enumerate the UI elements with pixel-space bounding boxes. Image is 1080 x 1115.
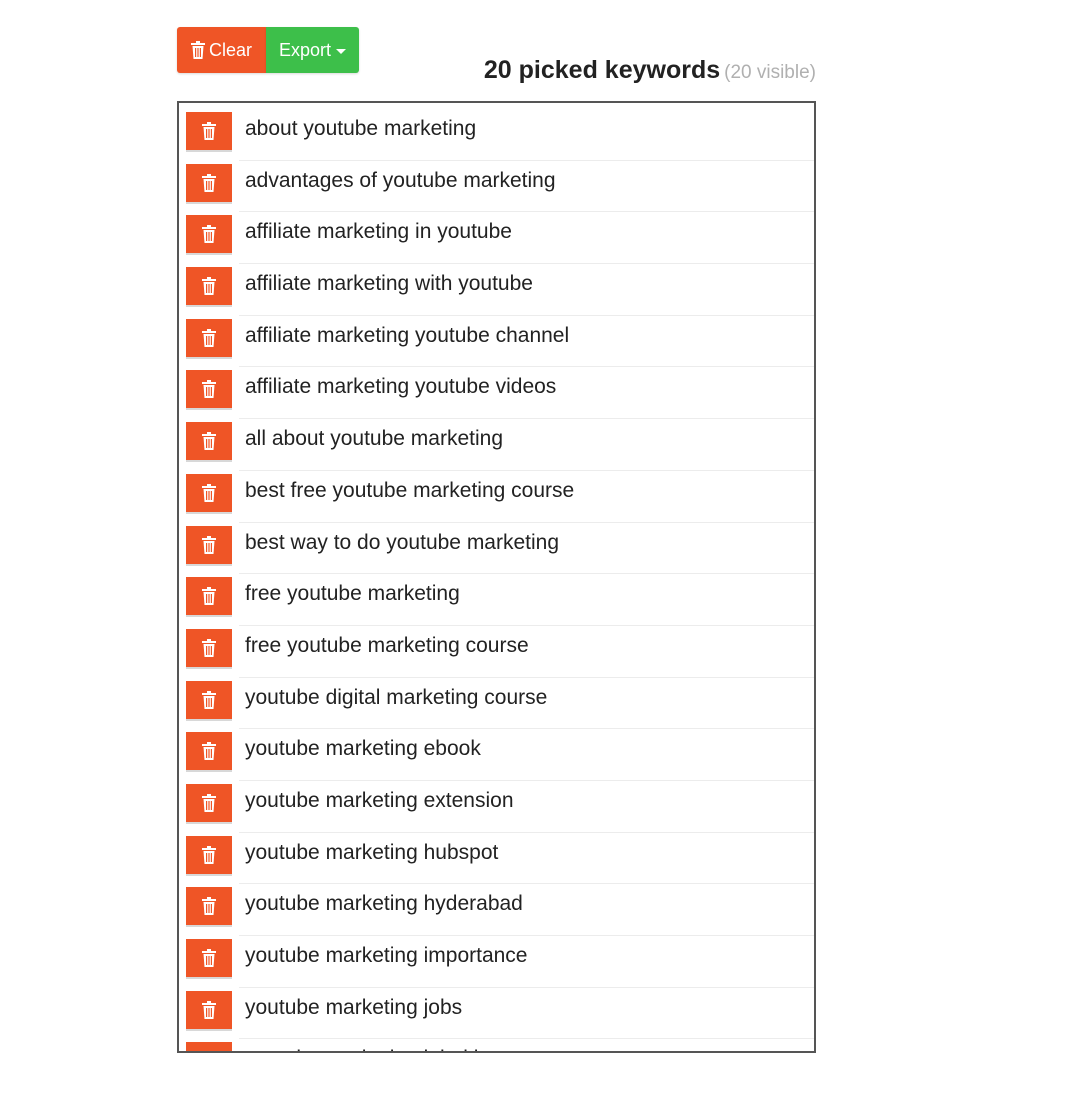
delete-keyword-button[interactable]	[186, 215, 232, 256]
delete-keyword-button[interactable]	[186, 370, 232, 411]
keyword-row: free youtube marketing	[186, 574, 814, 626]
keyword-row: best free youtube marketing course	[186, 471, 814, 523]
keyword-text: affiliate marketing youtube channel	[245, 323, 570, 347]
trash-icon	[202, 380, 216, 399]
keyword-row: youtube digital marketing course	[186, 678, 814, 730]
keyword-text: youtube marketing job titles	[239, 1039, 501, 1051]
delete-keyword-button[interactable]	[186, 318, 232, 359]
keyword-row: advantages of youtube marketing	[186, 161, 814, 213]
keyword-text: all about youtube marketing	[245, 427, 503, 451]
keyword-text: affiliate marketing with youtube	[245, 272, 533, 296]
delete-keyword-button[interactable]	[186, 835, 232, 876]
delete-keyword-button[interactable]	[186, 422, 232, 463]
delete-keyword-button[interactable]	[186, 990, 232, 1031]
keyword-row: affiliate marketing in youtube	[186, 212, 814, 265]
keyword-text: youtube marketing importance	[245, 944, 528, 967]
trash-icon	[202, 122, 216, 140]
trash-icon	[202, 845, 216, 864]
trash-icon	[202, 328, 216, 347]
picked-count: 20 picked keywords	[483, 56, 721, 84]
delete-keyword-button[interactable]	[186, 939, 232, 979]
delete-keyword-button[interactable]	[186, 525, 232, 566]
trash-icon	[202, 690, 216, 709]
trash-icon	[202, 535, 216, 554]
trash-icon	[202, 1000, 216, 1019]
keyword-text: about youtube marketing	[245, 117, 477, 140]
trash-icon	[202, 432, 216, 451]
keyword-text: youtube marketing jobs	[245, 995, 463, 1019]
keyword-row: youtube marketing job titles	[186, 1039, 814, 1051]
keyword-list-container[interactable]: about youtube marketing advantages of you…	[177, 101, 816, 1053]
keyword-row: youtube marketing extension	[186, 781, 814, 833]
keyword-row: youtube marketing jobs	[186, 988, 814, 1040]
delete-keyword-button[interactable]	[186, 1042, 232, 1053]
keyword-text: free youtube marketing	[245, 582, 460, 606]
delete-keyword-button[interactable]	[186, 887, 232, 928]
delete-keyword-button[interactable]	[186, 680, 232, 721]
keyword-row: free youtube marketing course	[186, 626, 814, 678]
export-button-label: Export	[278, 39, 332, 60]
keyword-text: youtube marketing extension	[245, 788, 514, 812]
trash-icon	[202, 793, 216, 812]
visible-count: (20 visible)	[724, 62, 816, 83]
keyword-row: youtube marketing hyderabad	[186, 884, 814, 936]
keyword-row: affiliate marketing youtube videos	[186, 367, 814, 420]
trash-icon	[202, 742, 216, 761]
keyword-row: youtube marketing importance	[186, 936, 814, 988]
keyword-text: youtube marketing ebook	[245, 737, 481, 761]
keyword-text: youtube marketing hubspot	[245, 840, 499, 864]
clear-button[interactable]: Clear	[177, 27, 266, 73]
keyword-text: affiliate marketing in youtube	[245, 220, 512, 244]
trash-icon	[202, 949, 216, 967]
trash-icon	[202, 587, 216, 606]
trash-icon	[190, 41, 205, 59]
keyword-row: affiliate marketing with youtube	[186, 264, 814, 316]
keyword-text: youtube digital marketing course	[245, 685, 548, 709]
keyword-row: affiliate marketing youtube channel	[186, 316, 814, 368]
trash-icon	[202, 897, 216, 916]
clear-button-label: Clear	[208, 39, 252, 60]
keyword-text: affiliate marketing youtube videos	[245, 375, 557, 399]
trash-icon	[202, 638, 216, 657]
keyword-text: youtube marketing hyderabad	[245, 892, 523, 916]
keyword-text: advantages of youtube marketing	[245, 168, 556, 192]
delete-keyword-button[interactable]	[186, 163, 232, 204]
keyword-text: free youtube marketing course	[245, 633, 529, 657]
trash-icon	[202, 173, 216, 192]
keyword-text: best way to do youtube marketing	[245, 530, 560, 554]
trash-icon	[202, 225, 216, 244]
trash-icon	[202, 1052, 216, 1053]
keyword-list: about youtube marketing advantages of you…	[179, 103, 814, 1051]
delete-keyword-button[interactable]	[186, 628, 232, 669]
keyword-row: youtube marketing hubspot	[186, 833, 814, 885]
delete-keyword-button[interactable]	[186, 577, 232, 618]
delete-keyword-button[interactable]	[186, 783, 232, 824]
delete-keyword-button[interactable]	[186, 112, 232, 152]
keyword-row: all about youtube marketing	[186, 419, 814, 471]
delete-keyword-button[interactable]	[186, 267, 232, 308]
trash-icon	[202, 483, 216, 502]
caret-down-icon	[336, 48, 347, 54]
keyword-row: youtube marketing ebook	[186, 729, 814, 781]
picked-keywords-heading: 20 picked keywords (20 visible)	[484, 56, 816, 85]
delete-keyword-button[interactable]	[186, 473, 232, 514]
keyword-row: about youtube marketing	[186, 109, 814, 161]
trash-icon	[202, 277, 216, 296]
keyword-text: best free youtube marketing course	[245, 478, 575, 502]
keyword-row: best way to do youtube marketing	[186, 523, 814, 575]
toolbar: Clear Export	[177, 27, 359, 73]
export-dropdown-button[interactable]: Export	[266, 27, 359, 73]
delete-keyword-button[interactable]	[186, 732, 232, 773]
